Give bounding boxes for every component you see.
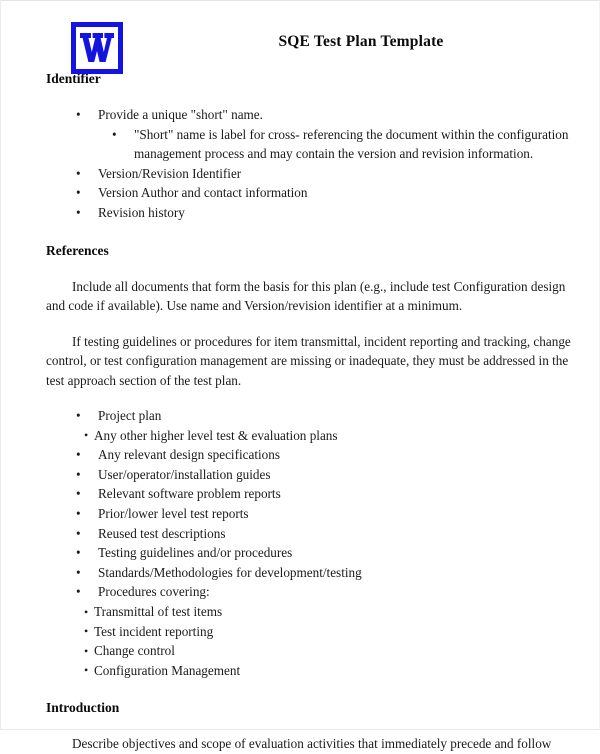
bullet-glyph: • bbox=[76, 564, 81, 580]
bullet-glyph: • bbox=[76, 525, 81, 541]
list-item-label: Test incident reporting bbox=[94, 623, 214, 639]
bullet-glyph: • bbox=[84, 624, 89, 639]
list-item: • Change control bbox=[46, 641, 579, 661]
references-bullet-list-part1: • Project plan bbox=[46, 406, 579, 426]
list-item-label: Provide a unique "short" name. bbox=[98, 107, 263, 122]
list-item-label: Revision history bbox=[98, 204, 185, 220]
list-item-label: Project plan bbox=[98, 408, 162, 424]
bullet-glyph: • bbox=[84, 643, 89, 658]
list-item-label: Procedures covering: bbox=[98, 584, 210, 600]
procedures-sub-bullet-list: • Transmittal of test items • Test incid… bbox=[46, 602, 579, 680]
bullet-glyph: • bbox=[76, 545, 81, 561]
list-item-label: Change control bbox=[94, 643, 175, 659]
list-item-label: Reused test descriptions bbox=[98, 525, 226, 541]
list-item-label: Transmittal of test items bbox=[94, 604, 223, 619]
bullet-glyph: • bbox=[84, 663, 89, 678]
list-item: • Project plan bbox=[46, 406, 579, 426]
list-item: • Version/Revision Identifier bbox=[46, 164, 579, 184]
list-item-label: Prior/lower level test reports bbox=[98, 506, 249, 522]
list-item-label: Version Author and contact information bbox=[98, 185, 308, 201]
list-item-label: Testing guidelines and/or procedures bbox=[98, 545, 293, 561]
section-heading-identifier: Identifier bbox=[46, 71, 101, 86]
list-item: • Revision history bbox=[46, 203, 579, 223]
bullet-glyph: • bbox=[76, 165, 81, 181]
list-item: • "Short" name is label for cross- refer… bbox=[46, 125, 579, 164]
bullet-glyph: • bbox=[76, 506, 81, 522]
document-body: Identifier • Provide a unique "short" na… bbox=[1, 71, 600, 754]
list-item-label: Standards/Methodologies for development/… bbox=[98, 564, 362, 580]
references-paragraph-2: If testing guidelines or procedures for … bbox=[46, 333, 571, 388]
bullet-glyph: • bbox=[76, 408, 81, 424]
list-item: • Transmittal of test items bbox=[46, 602, 579, 622]
identifier-sub-bullet-list: • "Short" name is label for cross- refer… bbox=[46, 125, 579, 164]
letter-w-glyph bbox=[80, 33, 114, 62]
list-item: • Test incident reporting bbox=[46, 622, 579, 642]
list-item-label: Any other higher level test & evaluation… bbox=[94, 427, 338, 443]
list-item: • Relevant software problem reports bbox=[46, 484, 579, 504]
list-item-label: Any relevant design specifications bbox=[98, 447, 281, 463]
bullet-glyph: • bbox=[76, 486, 81, 502]
references-bullet-list-part2: • Any relevant design specifications • U… bbox=[46, 445, 579, 602]
section-heading-references: References bbox=[46, 242, 109, 258]
bullet-glyph: • bbox=[84, 604, 89, 619]
identifier-bullet-list-part2: • Version/Revision Identifier • Version … bbox=[46, 164, 579, 223]
list-item-label: User/operator/installation guides bbox=[98, 466, 271, 482]
list-item-label: Relevant software problem reports bbox=[98, 486, 281, 502]
list-item: • User/operator/installation guides bbox=[46, 465, 579, 485]
list-item: • Configuration Management bbox=[46, 661, 579, 681]
list-item: • Standards/Methodologies for developmen… bbox=[46, 563, 579, 583]
page-title: SQE Test Plan Template bbox=[278, 33, 444, 50]
word-logo-inner bbox=[76, 27, 118, 69]
bullet-glyph: • bbox=[84, 428, 89, 443]
list-item: • Procedures covering: bbox=[46, 582, 579, 602]
list-item: • Prior/lower level test reports bbox=[46, 504, 579, 524]
list-item: • Testing guidelines and/or procedures bbox=[46, 543, 579, 563]
list-item: • Any other higher level test & evaluati… bbox=[46, 426, 579, 446]
list-item: • Reused test descriptions bbox=[46, 524, 579, 544]
word-document-icon bbox=[71, 22, 123, 74]
bullet-glyph: • bbox=[76, 185, 81, 201]
list-item-label: Configuration Management bbox=[94, 662, 241, 678]
identifier-bullet-list-part1: • Provide a unique "short" name. bbox=[46, 105, 579, 125]
bullet-glyph: • bbox=[112, 126, 117, 142]
bullet-glyph: • bbox=[76, 584, 81, 600]
document-page: SQE Test Plan Template Identifier • Prov… bbox=[0, 0, 600, 751]
document-header: SQE Test Plan Template bbox=[1, 1, 599, 74]
section-heading-introduction: Introduction bbox=[46, 700, 120, 716]
bullet-glyph: • bbox=[76, 204, 81, 220]
bullet-glyph: • bbox=[76, 447, 81, 463]
bullet-glyph: • bbox=[76, 107, 81, 122]
list-item: • Provide a unique "short" name. bbox=[46, 105, 579, 125]
list-item-label: Version/Revision Identifier bbox=[98, 165, 242, 181]
bullet-glyph: • bbox=[76, 466, 81, 482]
list-item: • Any relevant design specifications bbox=[46, 445, 579, 465]
references-paragraph-1: Include all documents that form the basi… bbox=[46, 278, 566, 314]
introduction-paragraph-1: Describe objectives and scope of evaluat… bbox=[72, 736, 552, 752]
list-item-label: "Short" name is label for cross- referen… bbox=[134, 126, 569, 162]
references-tight-bullet: • Any other higher level test & evaluati… bbox=[46, 426, 579, 446]
list-item: • Version Author and contact information bbox=[46, 183, 579, 203]
